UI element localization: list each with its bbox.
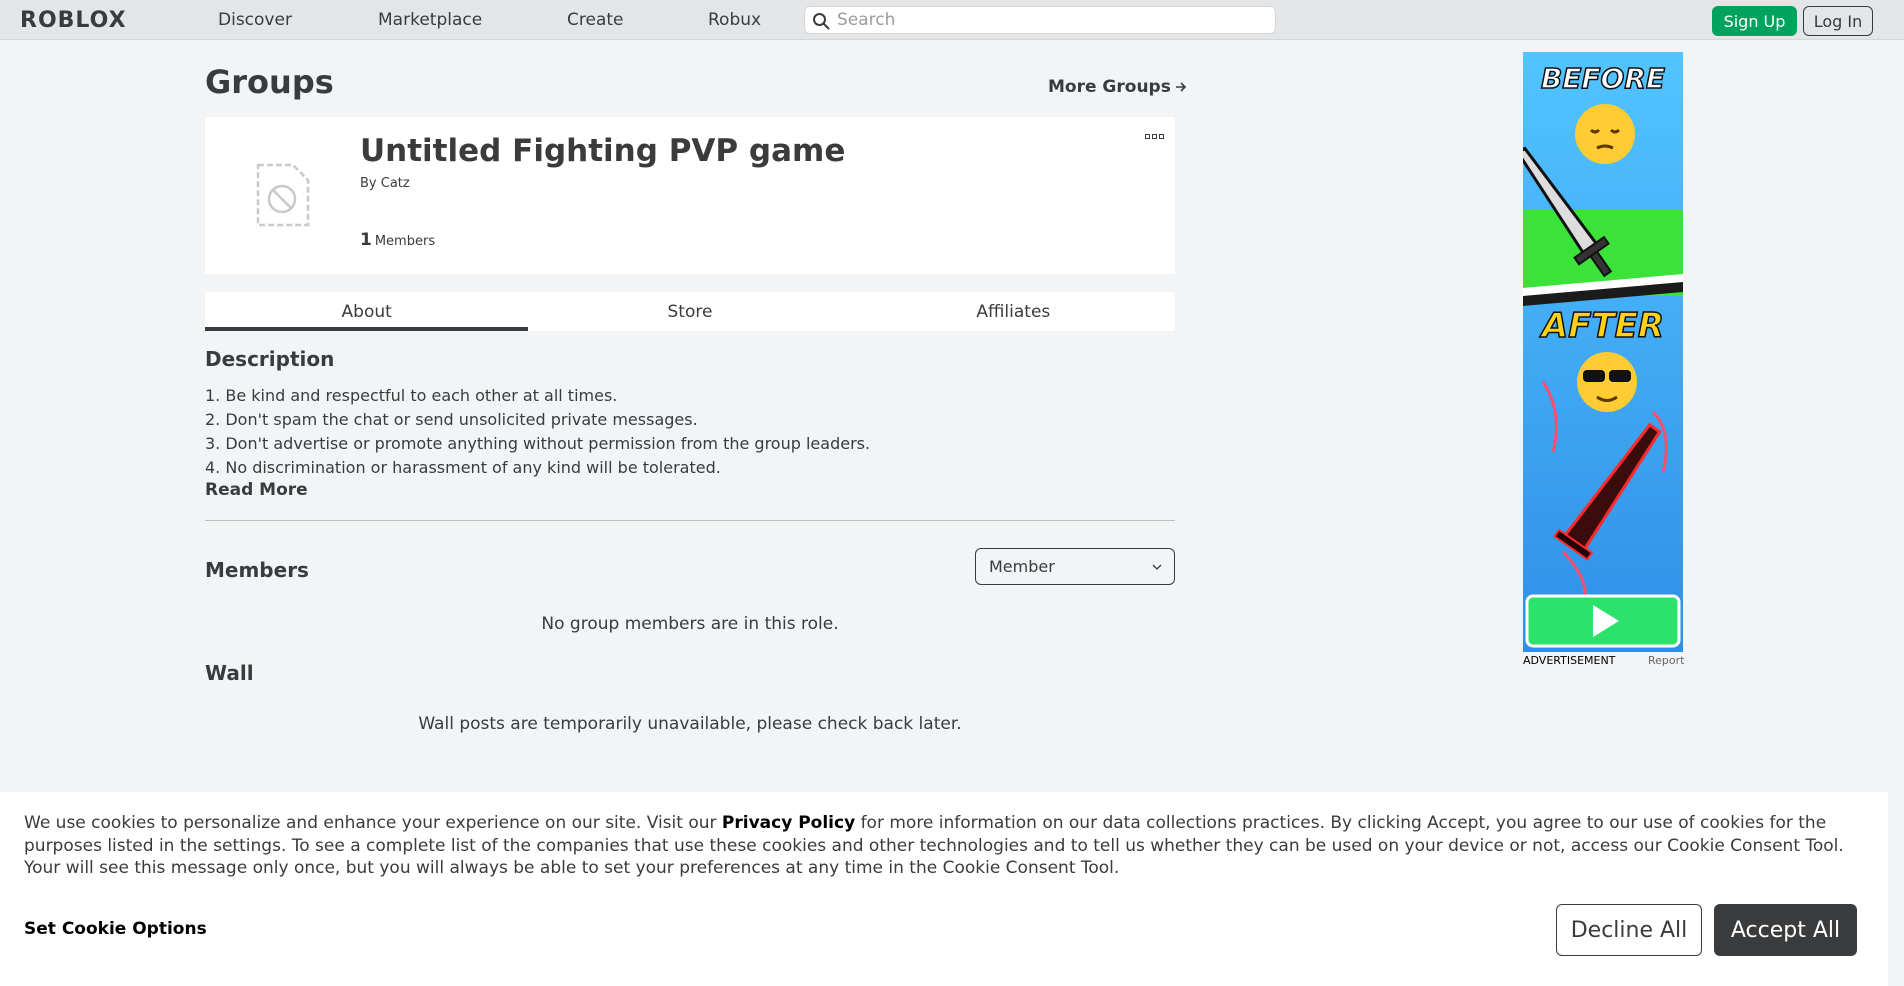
group-owner: By Catz (360, 176, 410, 191)
member-count-value: 1 (360, 230, 372, 250)
description-line: 3. Don't advertise or promote anything w… (205, 434, 871, 453)
logo-text: ROBLOX (20, 7, 127, 33)
owner-link[interactable]: Catz (381, 176, 410, 191)
ad-before-text: BEFORE (1540, 61, 1666, 96)
nav-discover[interactable]: Discover (218, 10, 292, 30)
divider (205, 520, 1175, 521)
tab-affiliates[interactable]: Affiliates (852, 292, 1175, 331)
sign-up-button[interactable]: Sign Up (1712, 6, 1797, 36)
cookie-banner: We use cookies to personalize and enhanc… (0, 792, 1888, 986)
search-input[interactable] (837, 10, 1257, 30)
description-line: 4. No discrimination or harassment of an… (205, 458, 721, 477)
description-line: 2. Don't spam the chat or send unsolicit… (205, 410, 698, 429)
tab-store[interactable]: Store (528, 292, 851, 331)
tab-about[interactable]: About (205, 292, 529, 331)
accept-all-button[interactable]: Accept All (1714, 904, 1857, 956)
arrow-right-icon (1175, 82, 1186, 92)
advertisement-label: ADVERTISEMENT (1523, 654, 1616, 667)
decline-all-button[interactable]: Decline All (1556, 904, 1702, 956)
more-groups-label: More Groups (1048, 77, 1171, 97)
role-dropdown[interactable]: Member (975, 548, 1175, 585)
page-title: Groups (205, 63, 334, 101)
group-header-card: Untitled Fighting PVP game By Catz 1 Memb… (205, 117, 1175, 274)
wall-title: Wall (205, 661, 254, 685)
nav-create[interactable]: Create (567, 10, 624, 30)
read-more-link[interactable]: Read More (205, 480, 308, 500)
scrollbar[interactable] (1888, 40, 1904, 792)
description-text: 1. Be kind and respectful to each other … (205, 384, 870, 480)
nav-robux[interactable]: Robux (708, 10, 761, 30)
nav-marketplace[interactable]: Marketplace (378, 10, 482, 30)
log-in-button[interactable]: Log In (1803, 6, 1873, 36)
member-count: 1 Members (360, 230, 435, 250)
ad-report-link[interactable]: Report (1648, 654, 1684, 667)
cookie-text-before: We use cookies to personalize and enhanc… (24, 813, 722, 833)
roblox-logo[interactable]: ROBLOX (20, 7, 127, 33)
by-label: By (360, 176, 377, 191)
group-name: Untitled Fighting PVP game (360, 133, 846, 169)
members-title: Members (205, 558, 309, 582)
more-options-icon[interactable] (1145, 129, 1165, 143)
advertisement-banner[interactable]: BEFORE AFTER (1523, 52, 1683, 652)
search-icon[interactable] (812, 12, 830, 30)
wall-empty-text: Wall posts are temporarily unavailable, … (418, 714, 962, 734)
privacy-policy-link[interactable]: Privacy Policy (722, 813, 855, 833)
search-box (804, 6, 1276, 34)
role-selected-value: Member (989, 557, 1055, 576)
group-placeholder-icon (256, 163, 310, 227)
ad-after-text: AFTER (1541, 305, 1665, 347)
more-groups-link[interactable]: More Groups (1048, 77, 1187, 97)
description-line: 1. Be kind and respectful to each other … (205, 386, 618, 405)
set-cookie-options-link[interactable]: Set Cookie Options (24, 919, 207, 939)
members-empty-text: No group members are in this role. (541, 614, 839, 634)
group-tabs: About Store Affiliates (205, 292, 1175, 331)
ad-image (1523, 52, 1683, 652)
top-navigation: ROBLOX Discover Marketplace Create Robux… (0, 0, 1904, 40)
chevron-down-icon (1152, 564, 1162, 570)
description-title: Description (205, 347, 335, 371)
cookie-message: We use cookies to personalize and enhanc… (24, 812, 1864, 880)
member-count-label: Members (374, 234, 436, 249)
